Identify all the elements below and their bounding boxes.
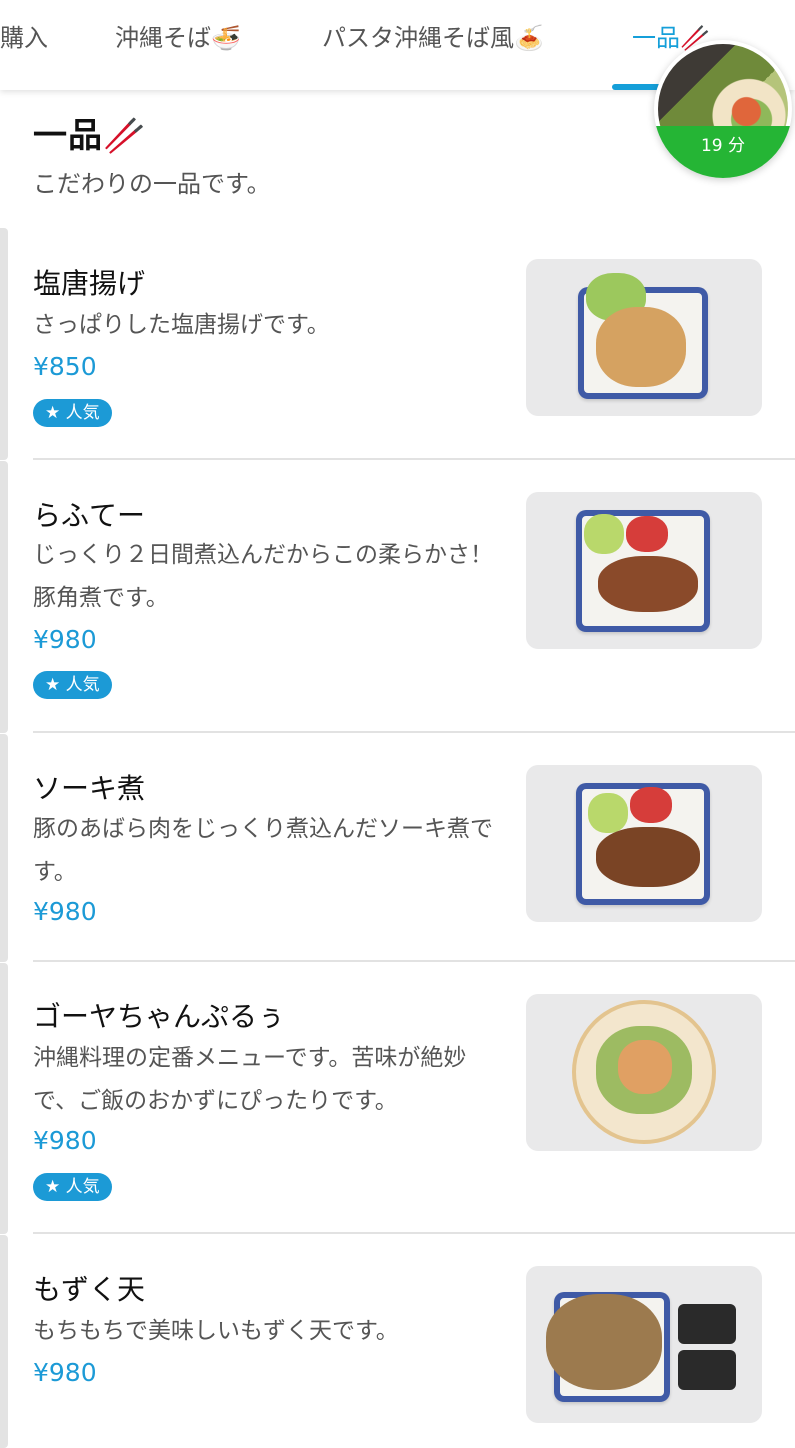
mozuku-tempura-shape — [546, 1294, 662, 1390]
menu-item-soki-ni[interactable]: ソーキ煮 豚のあばら肉をじっくり煮込んだソーキ煮です。 ¥980 — [0, 734, 795, 962]
menu-item-shio-karaage[interactable]: 塩唐揚げ さっぱりした塩唐揚げです。 ¥850 ★ 人気 — [0, 228, 795, 460]
item-name: ゴーヤちゃんぷるぅ — [33, 1000, 286, 1033]
popular-badge: ★ 人気 — [33, 399, 112, 427]
garnish-shape — [588, 793, 628, 833]
bonito-flakes-shape — [618, 1040, 672, 1094]
item-divider — [33, 960, 795, 962]
item-name: もずく天 — [33, 1273, 146, 1306]
pickled-ginger-shape — [626, 516, 668, 552]
order-timer-button[interactable]: 19 分 — [654, 40, 792, 178]
item-edge-bar — [0, 1235, 8, 1448]
item-description: さっぱりした塩唐揚げです。 — [33, 312, 330, 338]
item-photo — [526, 492, 762, 649]
item-divider — [33, 458, 795, 460]
item-price: ¥980 — [33, 625, 97, 654]
item-name: らふてー — [33, 499, 146, 532]
item-description: 豚のあばら肉をじっくり煮込んだソーキ煮です。 — [33, 816, 493, 885]
chopsticks-icon: 🥢 — [103, 116, 147, 156]
menu-item-mozuku-ten[interactable]: もずく天 もちもちで美味しいもずく天です。 ¥980 — [0, 1235, 795, 1448]
item-description: 沖縄料理の定番メニューです。苦味が絶妙で、ご飯のおかずにぴったりです。 — [33, 1045, 467, 1114]
item-price: ¥980 — [33, 897, 97, 926]
item-photo — [526, 765, 762, 922]
karaage-shape — [596, 307, 686, 387]
tab-label: 一品 — [632, 24, 680, 52]
item-divider — [33, 731, 795, 733]
item-edge-bar — [0, 228, 8, 460]
pickled-ginger-shape — [630, 787, 672, 823]
item-photo — [526, 1266, 762, 1423]
popular-badge: ★ 人気 — [33, 671, 112, 699]
item-edge-bar — [0, 734, 8, 962]
garnish-shape — [584, 514, 624, 554]
item-price: ¥980 — [33, 1126, 97, 1155]
item-divider — [33, 1232, 795, 1234]
item-price: ¥850 — [33, 352, 97, 381]
tab-label: パスタ沖縄そば風 — [322, 24, 514, 52]
section-title: 一品🥢 — [33, 108, 146, 157]
tab-purchase[interactable]: 購入 — [0, 18, 48, 58]
item-description: もちもちで美味しいもずく天です。 — [33, 1318, 399, 1344]
menu-item-rafute[interactable]: らふてー じっくり２日間煮込んだからこの柔らかさ！豚角煮です。 ¥980 ★ 人… — [0, 461, 795, 733]
spaghetti-icon: 🍝 — [514, 24, 544, 52]
item-name: ソーキ煮 — [33, 772, 146, 805]
pork-belly-shape — [598, 556, 698, 612]
salt-dish-shape — [678, 1304, 736, 1344]
popular-badge: ★ 人気 — [33, 1173, 112, 1201]
item-name: 塩唐揚げ — [33, 267, 146, 300]
tab-label: 沖縄そば — [115, 24, 211, 52]
tab-pasta-okinawa-soba[interactable]: パスタ沖縄そば風🍝 — [322, 18, 544, 58]
tab-okinawa-soba[interactable]: 沖縄そば🍜 — [115, 18, 241, 58]
timer-label: 19 分 — [654, 126, 792, 178]
item-edge-bar — [0, 963, 8, 1234]
item-photo — [526, 994, 762, 1151]
noodle-bowl-icon: 🍜 — [211, 24, 241, 52]
sauce-dish-shape — [678, 1350, 736, 1390]
item-photo — [526, 259, 762, 416]
item-edge-bar — [0, 461, 8, 733]
soki-rib-shape — [596, 827, 700, 887]
section-title-text: 一品 — [33, 116, 103, 156]
menu-item-goya-champuru[interactable]: ゴーヤちゃんぷるぅ 沖縄料理の定番メニューです。苦味が絶妙で、ご飯のおかずにぴっ… — [0, 963, 795, 1234]
tab-label: 購入 — [0, 24, 48, 52]
item-description: じっくり２日間煮込んだからこの柔らかさ！豚角煮です。 — [33, 542, 493, 611]
section-subtitle: こだわりの一品です。 — [33, 170, 271, 198]
item-price: ¥980 — [33, 1358, 97, 1387]
